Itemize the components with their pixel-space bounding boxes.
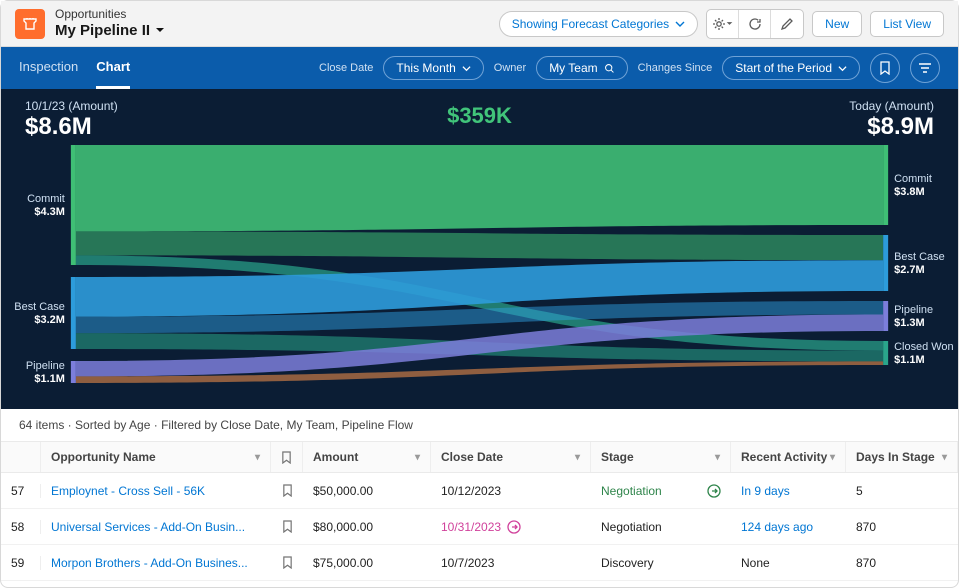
svg-text:Pipeline: Pipeline <box>894 304 933 316</box>
changes-since-filter[interactable]: Start of the Period <box>722 56 860 80</box>
row-index: 58 <box>1 520 41 534</box>
close-date-cell: 10/12/2023 <box>431 484 591 498</box>
close-date-label: Close Date <box>319 62 373 74</box>
bookmark-button[interactable] <box>870 53 900 83</box>
header-title[interactable]: My Pipeline II <box>55 22 165 39</box>
chevron-down-icon <box>675 19 685 29</box>
col-recent-activity[interactable]: Recent Activity▾ <box>731 442 846 472</box>
svg-text:$2.7M: $2.7M <box>894 264 924 276</box>
days-in-stage-cell: 870 <box>846 556 958 570</box>
refresh-button[interactable] <box>739 10 771 38</box>
stage-cell: Negotiation <box>591 520 731 534</box>
svg-text:$1.1M: $1.1M <box>34 373 64 385</box>
close-date-filter[interactable]: This Month <box>383 56 483 80</box>
arrow-circle-icon <box>507 520 521 534</box>
caret-down-icon <box>155 25 165 35</box>
header-left: Opportunities My Pipeline II <box>15 8 165 39</box>
svg-text:Best Case: Best Case <box>14 301 65 313</box>
close-date-cell: 10/7/2023 <box>431 556 591 570</box>
svg-text:$4.3M: $4.3M <box>34 206 64 218</box>
settings-button[interactable] <box>707 10 739 38</box>
control-bar-filters: Close Date This Month Owner My Team Chan… <box>319 53 940 83</box>
col-days-in-stage[interactable]: Days In Stage▾ <box>846 442 958 472</box>
svg-text:Commit: Commit <box>27 193 65 205</box>
new-button[interactable]: New <box>812 11 862 37</box>
app-icon <box>15 9 45 39</box>
chart-delta: $359K <box>447 103 512 129</box>
header-subtitle: Opportunities <box>55 8 165 22</box>
stage-cell: Negotiation <box>591 484 731 498</box>
amount-cell: $80,000.00 <box>303 520 431 534</box>
col-stage[interactable]: Stage▾ <box>591 442 731 472</box>
forecast-categories-pill[interactable]: Showing Forecast Categories <box>499 11 698 37</box>
changes-since-label: Changes Since <box>638 62 713 74</box>
stage-cell: Discovery <box>591 556 731 570</box>
svg-text:$3.2M: $3.2M <box>34 314 64 326</box>
bookmark-cell[interactable] <box>271 556 303 569</box>
table-meta: 64 items · Sorted by Age · Filtered by C… <box>1 409 958 441</box>
view-tabs: Inspection Chart <box>19 47 130 89</box>
svg-text:$3.8M: $3.8M <box>894 186 924 198</box>
tab-chart[interactable]: Chart <box>96 47 130 89</box>
svg-text:$1.1M: $1.1M <box>894 354 924 366</box>
table-row[interactable]: 57 Employnet - Cross Sell - 56K $50,000.… <box>1 473 958 509</box>
col-close-date[interactable]: Close Date▾ <box>431 442 591 472</box>
bookmark-icon <box>281 451 292 464</box>
header-titles: Opportunities My Pipeline II <box>55 8 165 39</box>
arrow-circle-icon <box>707 484 721 498</box>
amount-cell: $50,000.00 <box>303 484 431 498</box>
recent-activity-cell[interactable]: In 9 days <box>731 484 846 498</box>
table-header: Opportunity Name▾ Amount▾ Close Date▾ St… <box>1 441 958 473</box>
row-index: 57 <box>1 484 41 498</box>
owner-label: Owner <box>494 62 526 74</box>
col-opportunity[interactable]: Opportunity Name▾ <box>41 442 271 472</box>
header-right: Showing Forecast Categories New List Vie… <box>499 9 944 39</box>
chart-left-summary: 10/1/23 (Amount) $8.6M <box>25 99 118 141</box>
col-bookmark[interactable] <box>271 442 303 472</box>
action-button-group <box>706 9 804 39</box>
bookmark-cell[interactable] <box>271 520 303 533</box>
amount-cell: $75,000.00 <box>303 556 431 570</box>
opportunity-link[interactable]: Morpon Brothers - Add-On Busines... <box>41 556 271 570</box>
close-date-cell: 10/31/2023 <box>431 520 591 534</box>
filter-menu-button[interactable] <box>910 53 940 83</box>
caret-down-icon <box>726 20 733 27</box>
table-row[interactable]: 59 Morpon Brothers - Add-On Busines... $… <box>1 545 958 581</box>
owner-filter[interactable]: My Team <box>536 56 627 80</box>
chart-right-summary: Today (Amount) $8.9M <box>849 99 934 141</box>
list-view-button[interactable]: List View <box>870 11 944 37</box>
col-amount[interactable]: Amount▾ <box>303 442 431 472</box>
opportunity-link[interactable]: Employnet - Cross Sell - 56K <box>41 484 271 498</box>
sankey-chart: 10/1/23 (Amount) $8.6M Today (Amount) $8… <box>1 89 958 409</box>
svg-text:$1.3M: $1.3M <box>894 317 924 329</box>
col-index <box>1 442 41 472</box>
svg-text:Commit: Commit <box>894 173 932 185</box>
days-in-stage-cell: 870 <box>846 520 958 534</box>
days-in-stage-cell: 5 <box>846 484 958 498</box>
table-row[interactable]: 58 Universal Services - Add-On Busin... … <box>1 509 958 545</box>
opportunity-link[interactable]: Universal Services - Add-On Busin... <box>41 520 271 534</box>
tab-inspection[interactable]: Inspection <box>19 47 78 89</box>
header-bar: Opportunities My Pipeline II Showing For… <box>1 1 958 47</box>
table-body: 57 Employnet - Cross Sell - 56K $50,000.… <box>1 473 958 581</box>
bookmark-cell[interactable] <box>271 484 303 497</box>
recent-activity-cell: None <box>731 556 846 570</box>
svg-text:Best Case: Best Case <box>894 251 945 263</box>
edit-button[interactable] <box>771 10 803 38</box>
svg-text:Closed Won: Closed Won <box>894 341 953 353</box>
svg-text:Pipeline: Pipeline <box>26 360 65 372</box>
sankey-svg-container: Commit$4.3MBest Case$3.2MPipeline$1.1MCo… <box>1 137 958 403</box>
chevron-down-icon <box>462 64 471 73</box>
row-index: 59 <box>1 556 41 570</box>
recent-activity-cell[interactable]: 124 days ago <box>731 520 846 534</box>
chevron-down-icon <box>838 64 847 73</box>
search-icon <box>604 63 615 74</box>
control-bar: Inspection Chart Close Date This Month O… <box>1 47 958 89</box>
